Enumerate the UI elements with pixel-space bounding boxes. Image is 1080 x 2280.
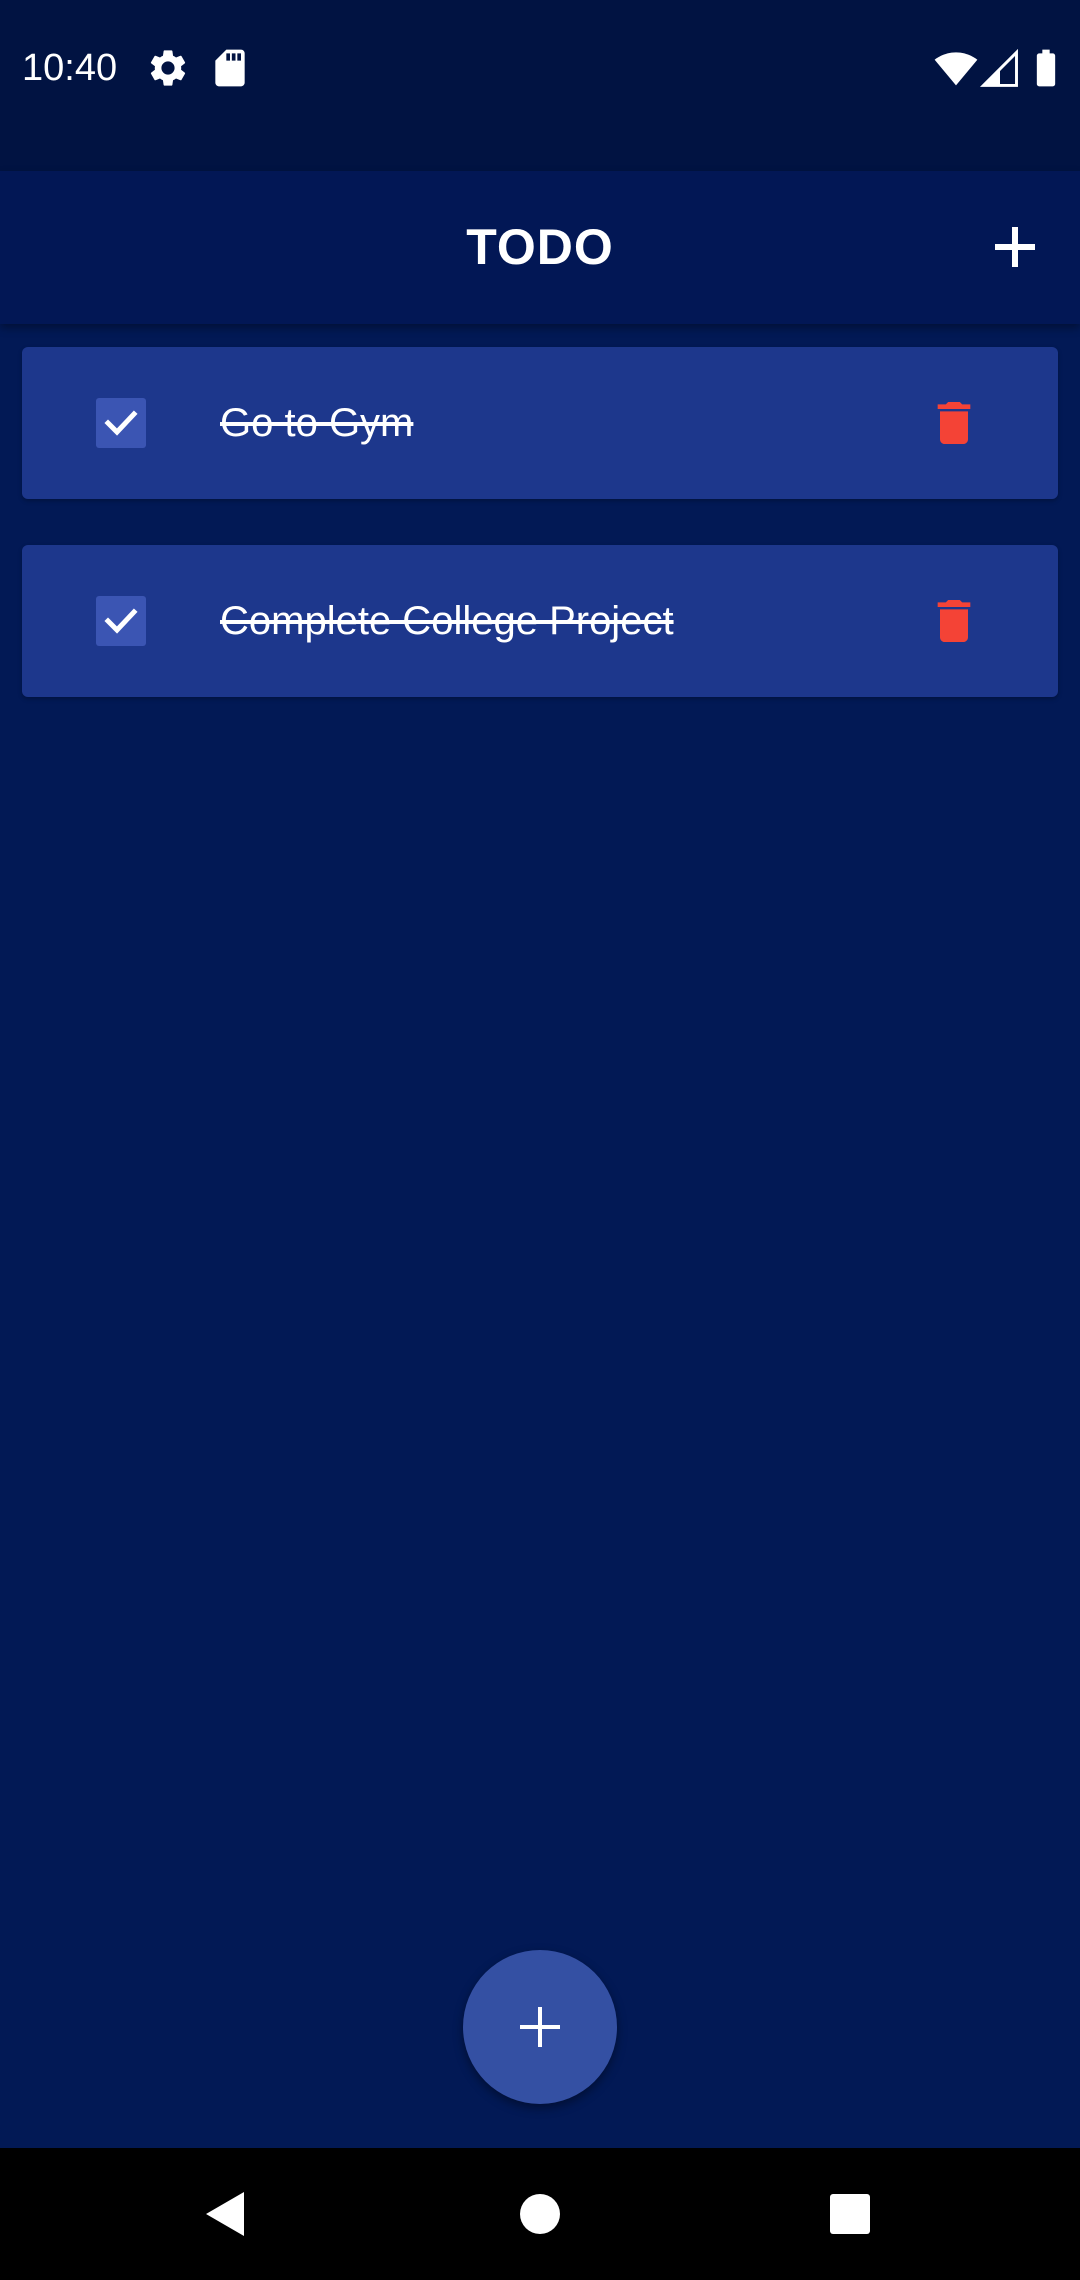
todo-list: Go to Gym Complete College Project	[22, 347, 1058, 743]
status-bar: 10:40	[0, 0, 1080, 171]
add-icon	[995, 227, 1035, 267]
sd-card-icon	[208, 46, 252, 90]
nav-bar	[0, 2148, 1080, 2280]
status-time: 10:40	[22, 47, 118, 89]
settings-icon	[146, 46, 190, 90]
app-bar: TODO	[0, 171, 1080, 324]
todo-checkbox[interactable]	[96, 596, 146, 646]
check-icon	[104, 608, 138, 634]
todo-text[interactable]: Complete College Project	[220, 545, 674, 697]
todo-screen: 10:40 TODO Go to Gym Complete College Pr…	[0, 0, 1080, 2280]
check-icon	[104, 410, 138, 436]
add-icon	[520, 2007, 560, 2047]
trash-icon	[937, 402, 971, 444]
trash-icon	[937, 600, 971, 642]
todo-item: Go to Gym	[22, 347, 1058, 499]
app-title: TODO	[466, 219, 614, 275]
back-icon	[206, 2192, 244, 2236]
todo-item: Complete College Project	[22, 545, 1058, 697]
delete-button[interactable]	[926, 593, 982, 649]
fab-add-button[interactable]	[463, 1950, 617, 2104]
recents-icon	[830, 2194, 870, 2234]
battery-icon	[1024, 46, 1068, 90]
recents-button[interactable]	[804, 2168, 896, 2260]
todo-text[interactable]: Go to Gym	[220, 347, 413, 499]
cell-signal-icon	[978, 46, 1022, 90]
wifi-icon	[934, 46, 978, 90]
back-button[interactable]	[180, 2168, 272, 2260]
home-button[interactable]	[494, 2168, 586, 2260]
home-icon	[520, 2194, 560, 2234]
add-todo-button[interactable]	[975, 207, 1055, 287]
delete-button[interactable]	[926, 395, 982, 451]
todo-checkbox[interactable]	[96, 398, 146, 448]
